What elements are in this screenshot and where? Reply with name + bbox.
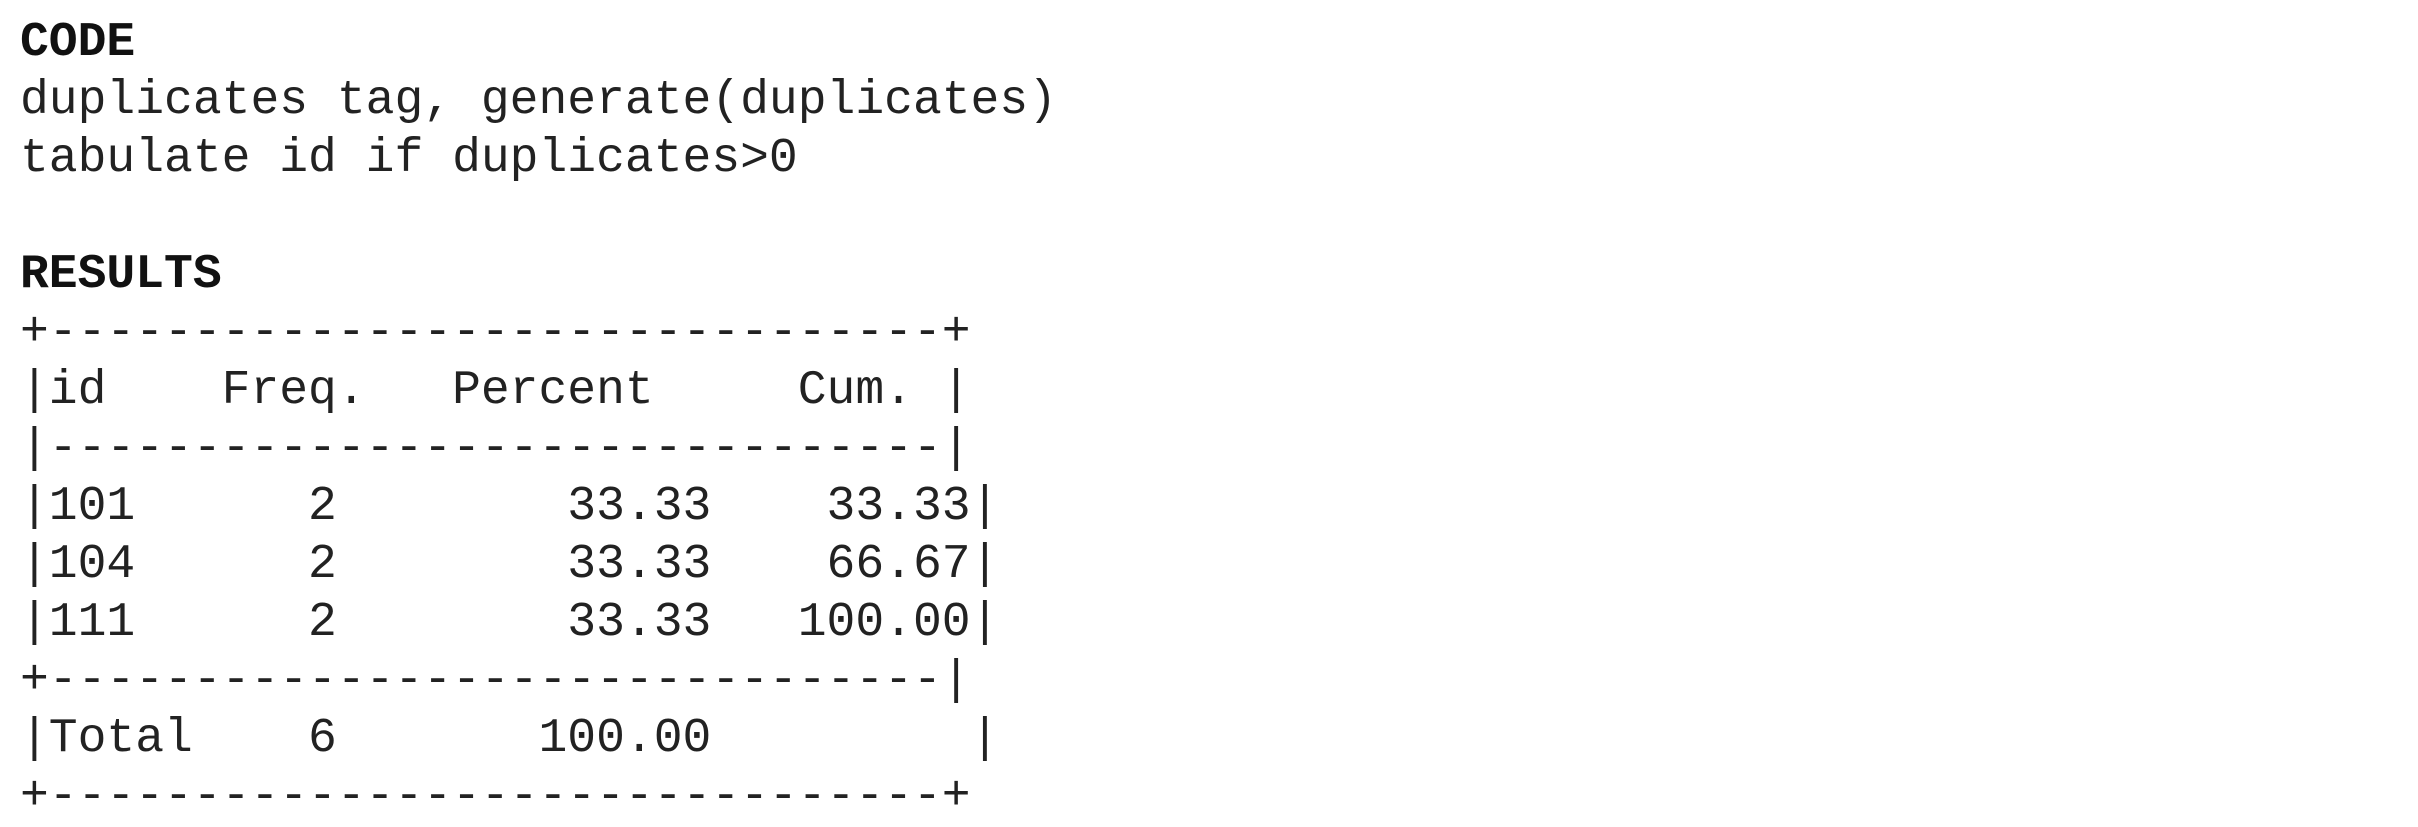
table-bottom-border: +-------------------------------+: [20, 770, 971, 824]
table-header-separator: |-------------------------------|: [20, 422, 971, 476]
table-top-border: +-------------------------------+: [20, 306, 971, 360]
frequency-table: +-------------------------------+ |id Fr…: [20, 304, 1057, 826]
code-line: duplicates tag, generate(duplicates): [20, 74, 1057, 128]
code-line: tabulate id if duplicates>0: [20, 132, 798, 186]
results-heading: RESULTS: [20, 248, 222, 302]
document-page: CODE duplicates tag, generate(duplicates…: [20, 14, 1057, 826]
table-row: |104 2 33.33 66.67|: [20, 538, 1000, 592]
table-row: |101 2 33.33 33.33|: [20, 480, 1000, 534]
table-row: |111 2 33.33 100.00|: [20, 596, 1000, 650]
table-total-border: +-------------------------------|: [20, 654, 971, 708]
code-heading: CODE: [20, 16, 136, 70]
table-header-row: |id Freq. Percent Cum. |: [20, 364, 971, 418]
table-total-row: |Total 6 100.00 |: [20, 712, 1000, 766]
